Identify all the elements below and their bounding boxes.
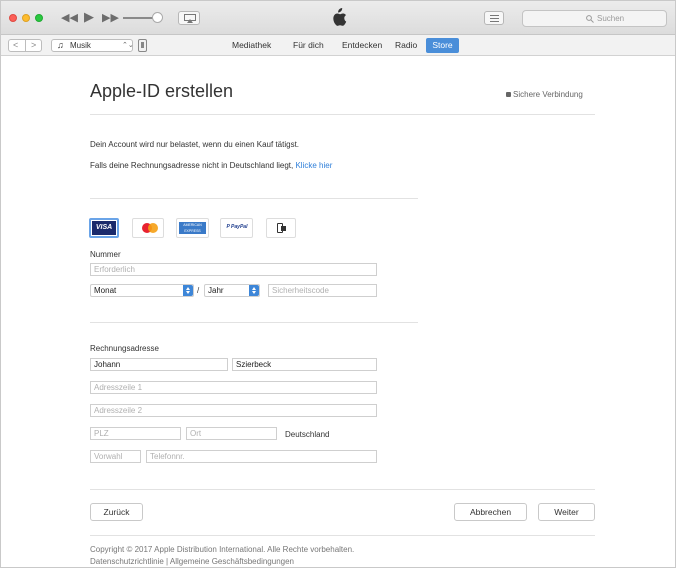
- click-here-link[interactable]: Klicke hier: [295, 161, 332, 170]
- terms-link[interactable]: Allgemeine Geschäftsbedingungen: [170, 557, 294, 566]
- billing-address-label: Rechnungsadresse: [90, 344, 159, 353]
- payment-amex[interactable]: AMERICAN EXPRESS: [176, 218, 209, 238]
- nav-mediathek[interactable]: Mediathek: [232, 40, 271, 50]
- fast-forward-icon[interactable]: ▶▶: [102, 12, 119, 24]
- secure-connection-label: Sichere Verbindung: [506, 90, 583, 99]
- close-window-button[interactable]: [9, 14, 17, 22]
- expiry-month-value: Monat: [94, 286, 117, 295]
- payment-mastercard[interactable]: [132, 218, 164, 238]
- copyright-text: Copyright © 2017 Apple Distribution Inte…: [90, 545, 355, 554]
- section-divider-2: [90, 322, 418, 323]
- address-line-1-input[interactable]: Adresszeile 1: [90, 381, 377, 394]
- next-button[interactable]: Weiter: [538, 503, 595, 521]
- select-arrows-icon: [249, 285, 259, 296]
- mastercard-logo-circle: [148, 223, 158, 233]
- area-code-input[interactable]: Vorwahl: [90, 450, 141, 463]
- nav-divider: [25, 40, 26, 51]
- airplay-button[interactable]: [178, 11, 200, 25]
- search-placeholder: Suchen: [597, 14, 625, 23]
- city-input[interactable]: Ort: [186, 427, 277, 440]
- expiry-month-select[interactable]: Monat: [90, 284, 194, 297]
- history-nav: < >: [8, 39, 42, 52]
- nav-entdecken[interactable]: Entdecken: [342, 40, 382, 50]
- phone-number-input[interactable]: Telefonnr.: [146, 450, 377, 463]
- airplay-icon: [184, 14, 196, 23]
- footer-links: Datenschutzrichtlinie | Allgemeine Gesch…: [90, 557, 294, 566]
- footer-divider-text: |: [166, 557, 169, 566]
- address-note: Falls deine Rechnungsadresse nicht in De…: [90, 161, 332, 170]
- media-type-label: Musik: [70, 41, 91, 50]
- payment-visa[interactable]: VISA: [89, 218, 119, 238]
- device-icon[interactable]: [138, 39, 147, 52]
- up-next-list-button[interactable]: [484, 11, 504, 25]
- secure-connection-text: Sichere Verbindung: [513, 90, 583, 99]
- zoom-window-button[interactable]: [35, 14, 43, 22]
- search-icon: [586, 15, 594, 23]
- payment-mobile[interactable]: [266, 218, 296, 238]
- music-note-icon: ♫: [57, 40, 64, 50]
- country-label: Deutschland: [285, 430, 330, 439]
- zip-input[interactable]: PLZ: [90, 427, 181, 440]
- lock-icon: [506, 92, 511, 97]
- card-number-label: Nummer: [90, 250, 121, 259]
- navigation-bar: < > ♫ Musik ⌃⌄ Mediathek Für dich Entdec…: [1, 35, 675, 56]
- page-title: Apple-ID erstellen: [90, 81, 234, 101]
- amex-logo-icon: AMERICAN EXPRESS: [179, 222, 206, 234]
- address-note-text: Falls deine Rechnungsadresse nicht in De…: [90, 161, 294, 170]
- payment-paypal[interactable]: P PayPal: [220, 218, 253, 238]
- privacy-policy-link[interactable]: Datenschutzrichtlinie: [90, 557, 164, 566]
- expiry-year-value: Jahr: [208, 286, 224, 295]
- buttons-divider: [90, 489, 595, 490]
- title-bar: ◀◀ ▶ ▶▶ Suchen: [1, 1, 675, 35]
- minimize-window-button[interactable]: [22, 14, 30, 22]
- rewind-icon[interactable]: ◀◀: [61, 12, 78, 24]
- nav-store[interactable]: Store: [426, 38, 459, 53]
- list-icon: [490, 15, 499, 22]
- section-divider-1: [90, 198, 418, 199]
- back-button[interactable]: Zurück: [90, 503, 143, 521]
- visa-logo-icon: VISA: [92, 221, 116, 235]
- forward-arrow-icon[interactable]: >: [31, 40, 36, 51]
- last-name-input[interactable]: Szierbeck: [232, 358, 377, 371]
- expiry-year-select[interactable]: Jahr: [204, 284, 260, 297]
- mobile-phone-icon-badge: [281, 226, 286, 231]
- play-icon[interactable]: ▶: [84, 11, 94, 24]
- apple-logo-icon: [333, 8, 347, 26]
- cancel-button[interactable]: Abbrechen: [454, 503, 527, 521]
- card-number-input[interactable]: Erforderlich: [90, 263, 377, 276]
- back-arrow-icon[interactable]: <: [13, 40, 18, 51]
- account-note: Dein Account wird nur belastet, wenn du …: [90, 140, 300, 149]
- select-arrows-icon: [183, 285, 193, 296]
- nav-radio[interactable]: Radio: [395, 40, 417, 50]
- paypal-logo-icon: P PayPal: [226, 224, 248, 230]
- volume-slider-knob[interactable]: [152, 12, 163, 23]
- security-code-input[interactable]: Sicherheitscode: [268, 284, 377, 297]
- itunes-window: ◀◀ ▶ ▶▶ Suchen < > ♫ Musik ⌃⌄ Mediathek …: [0, 0, 676, 568]
- first-name-input[interactable]: Johann: [90, 358, 228, 371]
- chevron-updown-icon: ⌃⌄: [122, 42, 134, 49]
- footer-divider: [90, 535, 595, 536]
- title-divider: [90, 114, 595, 115]
- nav-fuer-dich[interactable]: Für dich: [293, 40, 324, 50]
- address-line-2-input[interactable]: Adresszeile 2: [90, 404, 377, 417]
- search-field[interactable]: Suchen: [522, 10, 667, 27]
- expiry-separator: /: [197, 286, 200, 295]
- media-type-select[interactable]: ♫ Musik ⌃⌄: [51, 39, 134, 52]
